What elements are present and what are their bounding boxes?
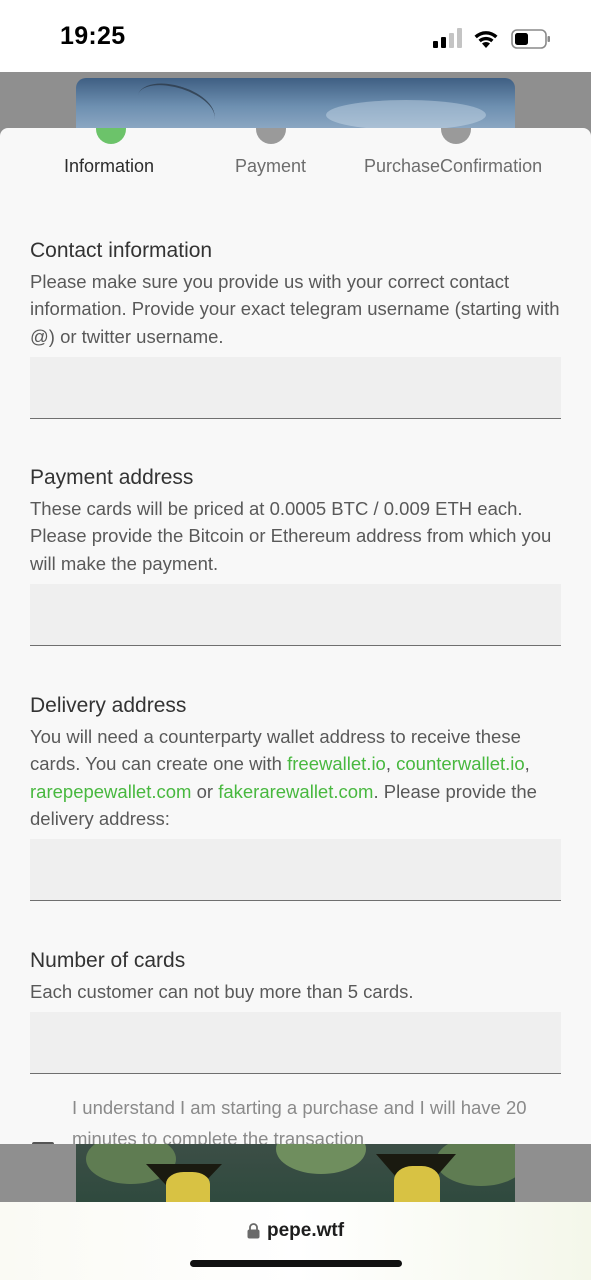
battery-icon	[511, 29, 550, 49]
delivery-section: Delivery address You will need a counter…	[30, 693, 561, 902]
contact-title: Contact information	[30, 239, 213, 262]
purchase-modal: Information Payment PurchaseConfirmation…	[0, 128, 591, 1144]
contact-description: Please make sure you provide us with you…	[30, 271, 560, 347]
freewallet-link[interactable]: freewallet.io	[287, 753, 386, 774]
separator-text: or	[191, 780, 219, 802]
delivery-address-input[interactable]	[30, 839, 561, 902]
status-bar: 19:25	[0, 0, 591, 72]
cards-title: Number of cards	[30, 949, 186, 972]
step-indicator-purchase-confirmation[interactable]	[441, 128, 471, 144]
agreement-checkbox[interactable]	[32, 1142, 54, 1144]
delivery-description: You will need a counterparty wallet addr…	[30, 723, 561, 832]
browser-address-bar[interactable]: pepe.wtf	[0, 1202, 591, 1280]
step-label-payment: Payment	[235, 156, 307, 176]
delivery-title: Delivery address	[30, 694, 187, 717]
wifi-icon	[474, 31, 498, 48]
step-indicator-information[interactable]	[96, 128, 126, 144]
contact-input[interactable]	[30, 356, 561, 419]
status-time: 19:25	[60, 22, 126, 50]
counterwallet-link[interactable]: counterwallet.io	[396, 753, 525, 774]
contact-section: Contact information Please make sure you…	[30, 238, 561, 419]
separator-text: ,	[524, 753, 530, 775]
stepper: Information Payment PurchaseConfirmation	[0, 128, 591, 188]
payment-description: These cards will be priced at 0.0005 BTC…	[30, 498, 552, 574]
agreement-label: I understand I am starting a purchase an…	[72, 1097, 527, 1144]
signal-icon	[433, 28, 462, 48]
number-of-cards-input[interactable]	[30, 1012, 561, 1075]
step-indicator-payment[interactable]	[256, 128, 286, 144]
background-card-image	[76, 1144, 515, 1202]
lock-icon	[247, 1223, 260, 1239]
cards-description: Each customer can not buy more than 5 ca…	[30, 981, 414, 1002]
rarepepewallet-link[interactable]: rarepepewallet.com	[30, 781, 191, 802]
payment-address-input[interactable]	[30, 583, 561, 646]
url-text[interactable]: pepe.wtf	[267, 1220, 344, 1242]
payment-section: Payment address These cards will be pric…	[30, 465, 561, 646]
step-label-information: Information	[64, 156, 155, 176]
payment-title: Payment address	[30, 466, 194, 489]
home-indicator	[190, 1260, 402, 1267]
separator-text: ,	[385, 753, 397, 775]
fakerarewallet-link[interactable]: fakerarewallet.com	[218, 781, 373, 802]
cards-section: Number of cards Each customer can not bu…	[30, 948, 561, 1075]
agreement-row[interactable]: I understand I am starting a purchase an…	[30, 1092, 561, 1144]
step-label-purchase-confirmation: PurchaseConfirmation	[364, 156, 543, 176]
